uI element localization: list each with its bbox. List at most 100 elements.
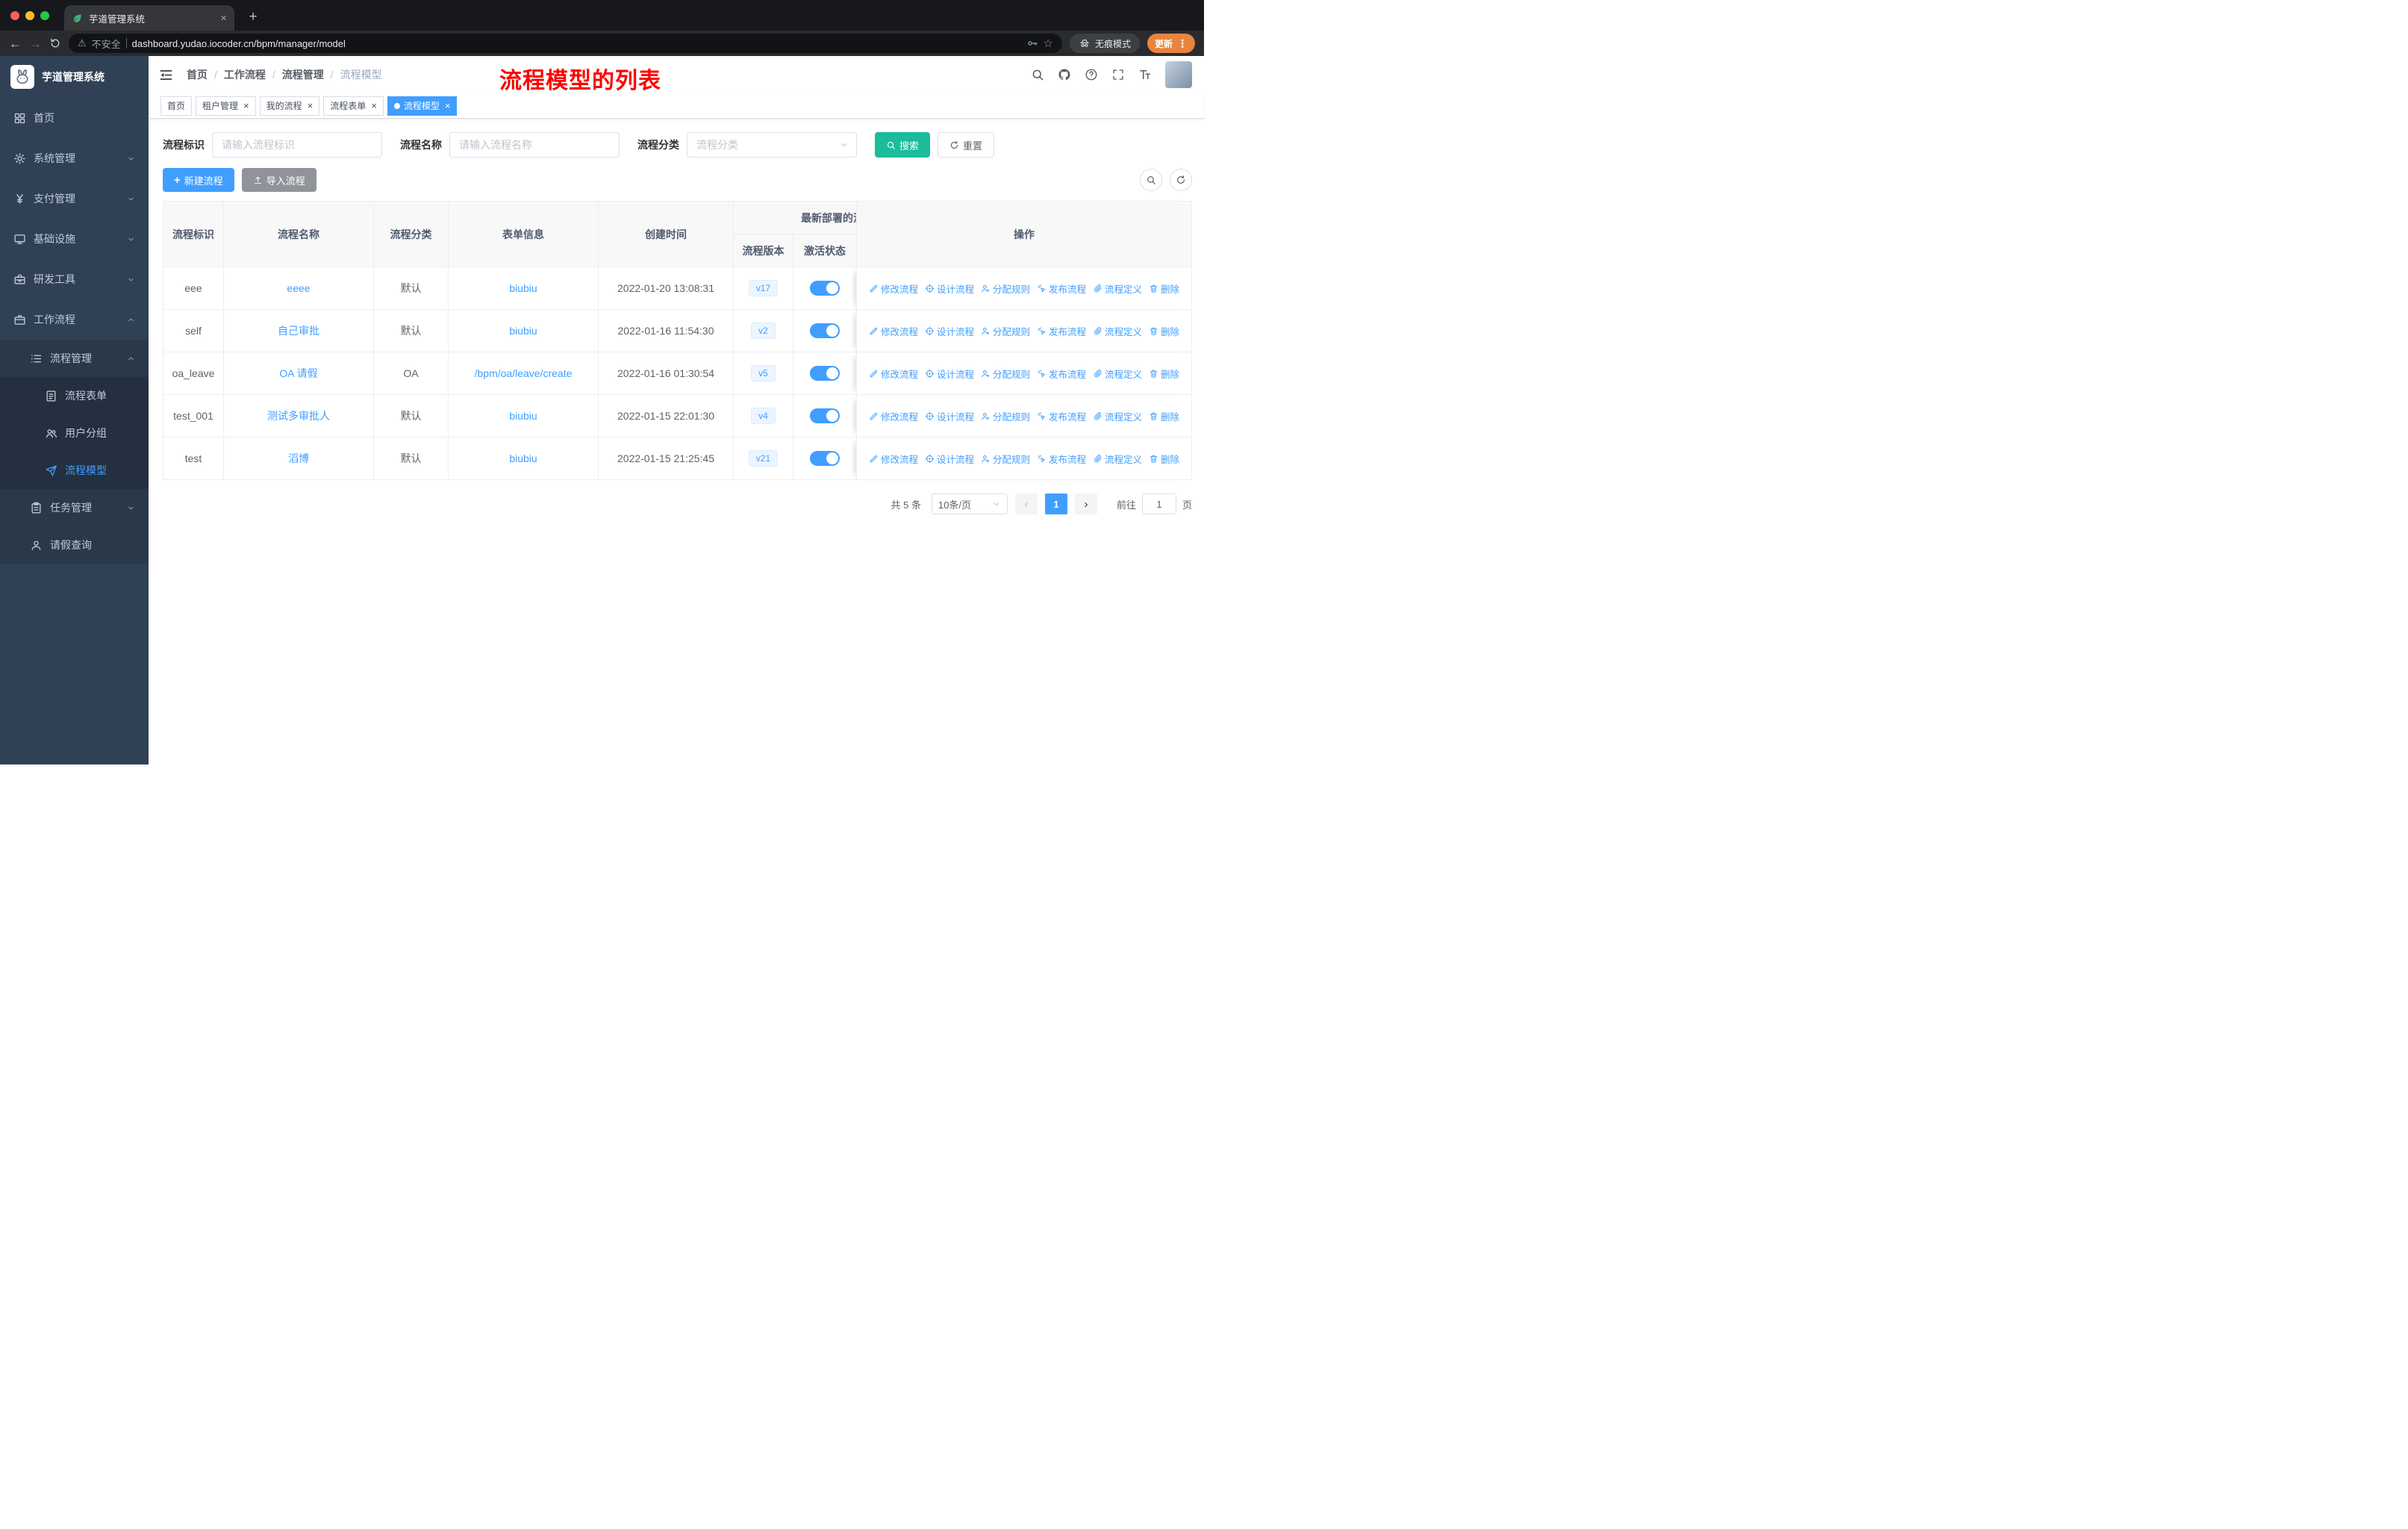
- view-tab-tenant-management[interactable]: 租户管理 ×: [196, 96, 256, 116]
- active-toggle[interactable]: [810, 281, 840, 296]
- action-definition[interactable]: 流程定义: [1093, 409, 1142, 423]
- action-delete[interactable]: 删除: [1149, 281, 1179, 296]
- action-publish[interactable]: 发布流程: [1037, 281, 1086, 296]
- breadcrumb-process-management[interactable]: 流程管理: [282, 67, 324, 82]
- sidebar-item-user-group[interactable]: 用户分组: [0, 414, 149, 452]
- action-definition[interactable]: 流程定义: [1093, 367, 1142, 381]
- action-delete[interactable]: 删除: [1149, 367, 1179, 381]
- action-assign[interactable]: 分配规则: [981, 324, 1030, 338]
- process-name-link[interactable]: 测试多审批人: [267, 410, 330, 422]
- form-info-link[interactable]: biubiu: [509, 410, 537, 422]
- update-button[interactable]: 更新 ⋮: [1147, 34, 1195, 53]
- process-name-link[interactable]: OA 请假: [279, 367, 317, 379]
- close-tab-icon[interactable]: ×: [243, 101, 249, 110]
- close-window-button[interactable]: [10, 11, 19, 20]
- action-assign[interactable]: 分配规则: [981, 281, 1030, 296]
- action-edit[interactable]: 修改流程: [869, 452, 918, 466]
- search-icon[interactable]: [1031, 68, 1044, 81]
- close-tab-icon[interactable]: ×: [371, 101, 377, 110]
- category-select[interactable]: 流程分类: [687, 132, 857, 158]
- action-definition[interactable]: 流程定义: [1093, 452, 1142, 466]
- form-info-link[interactable]: biubiu: [509, 452, 537, 464]
- zoom-window-button[interactable]: [40, 11, 49, 20]
- form-info-link[interactable]: biubiu: [509, 325, 537, 337]
- action-publish[interactable]: 发布流程: [1037, 324, 1086, 338]
- tab-close-icon[interactable]: ×: [220, 12, 227, 25]
- action-edit[interactable]: 修改流程: [869, 281, 918, 296]
- page-1-button[interactable]: 1: [1044, 493, 1067, 514]
- active-toggle[interactable]: [810, 366, 840, 381]
- sidebar-toggle-icon[interactable]: [159, 68, 173, 82]
- process-key-input[interactable]: [212, 132, 382, 158]
- action-design[interactable]: 设计流程: [925, 281, 974, 296]
- action-delete[interactable]: 删除: [1149, 324, 1179, 338]
- sidebar-item-task-management[interactable]: 任务管理: [0, 489, 149, 526]
- forward-icon[interactable]: →: [29, 37, 42, 50]
- prev-page-button[interactable]: ‹: [1014, 493, 1038, 514]
- action-definition[interactable]: 流程定义: [1093, 281, 1142, 296]
- action-design[interactable]: 设计流程: [925, 452, 974, 466]
- action-edit[interactable]: 修改流程: [869, 324, 918, 338]
- next-page-button[interactable]: ›: [1074, 493, 1097, 514]
- active-toggle[interactable]: [810, 451, 840, 466]
- new-tab-button[interactable]: +: [243, 7, 263, 27]
- minimize-window-button[interactable]: [25, 11, 34, 20]
- form-info-link[interactable]: biubiu: [509, 282, 537, 294]
- sidebar-item-process-form[interactable]: 流程表单: [0, 377, 149, 414]
- refresh-table-button[interactable]: [1170, 169, 1192, 191]
- import-process-button[interactable]: 导入流程: [241, 168, 316, 192]
- sidebar-item-dev-tools[interactable]: 研发工具: [0, 259, 149, 299]
- sidebar-item-workflow[interactable]: 工作流程: [0, 299, 149, 340]
- search-button[interactable]: 搜索: [875, 132, 931, 158]
- action-publish[interactable]: 发布流程: [1037, 452, 1086, 466]
- action-publish[interactable]: 发布流程: [1037, 409, 1086, 423]
- create-process-button[interactable]: + 新建流程: [163, 168, 234, 192]
- reload-icon[interactable]: [49, 37, 61, 49]
- active-toggle[interactable]: [810, 323, 840, 338]
- sidebar-item-payment-management[interactable]: 支付管理: [0, 178, 149, 219]
- url-bar[interactable]: ⚠ 不安全 dashboard.yudao.iocoder.cn/bpm/man…: [69, 34, 1062, 53]
- process-name-link[interactable]: 自己审批: [278, 325, 319, 337]
- active-toggle[interactable]: [810, 408, 840, 423]
- browser-tab[interactable]: 芋道管理系统 ×: [64, 5, 234, 31]
- breadcrumb-home[interactable]: 首页: [187, 67, 208, 82]
- page-size-select[interactable]: 10条/页: [931, 493, 1008, 514]
- action-assign[interactable]: 分配规则: [981, 409, 1030, 423]
- action-definition[interactable]: 流程定义: [1093, 324, 1142, 338]
- font-size-icon[interactable]: [1138, 68, 1152, 81]
- breadcrumb-workflow[interactable]: 工作流程: [224, 67, 266, 82]
- sidebar-item-system-management[interactable]: 系统管理: [0, 138, 149, 178]
- toggle-search-button[interactable]: [1140, 169, 1162, 191]
- action-delete[interactable]: 删除: [1149, 452, 1179, 466]
- action-design[interactable]: 设计流程: [925, 367, 974, 381]
- view-tab-home[interactable]: 首页: [160, 96, 193, 116]
- sidebar-logo[interactable]: 芋道管理系统: [0, 56, 149, 98]
- form-info-link[interactable]: /bpm/oa/leave/create: [475, 367, 573, 379]
- github-icon[interactable]: [1058, 68, 1071, 81]
- reset-button[interactable]: 重置: [938, 132, 995, 158]
- view-tab-my-process[interactable]: 我的流程 ×: [259, 96, 320, 116]
- process-name-link[interactable]: 滔博: [288, 452, 309, 464]
- action-edit[interactable]: 修改流程: [869, 409, 918, 423]
- sidebar-item-home[interactable]: 首页: [0, 98, 149, 138]
- back-icon[interactable]: ←: [9, 37, 22, 50]
- view-tab-process-form[interactable]: 流程表单 ×: [323, 96, 384, 116]
- process-name-input[interactable]: [449, 132, 620, 158]
- process-name-link[interactable]: eeee: [287, 282, 310, 294]
- key-icon[interactable]: [1026, 37, 1038, 49]
- action-assign[interactable]: 分配规则: [981, 367, 1030, 381]
- action-assign[interactable]: 分配规则: [981, 452, 1030, 466]
- close-tab-icon[interactable]: ×: [308, 101, 314, 110]
- fullscreen-icon[interactable]: [1111, 68, 1125, 81]
- action-edit[interactable]: 修改流程: [869, 367, 918, 381]
- action-delete[interactable]: 删除: [1149, 409, 1179, 423]
- action-design[interactable]: 设计流程: [925, 409, 974, 423]
- view-tab-process-model[interactable]: 流程模型 ×: [387, 96, 458, 116]
- close-tab-icon[interactable]: ×: [445, 101, 451, 110]
- sidebar-item-process-management[interactable]: 流程管理: [0, 340, 149, 377]
- bookmark-star-icon[interactable]: ☆: [1044, 38, 1053, 49]
- help-icon[interactable]: [1085, 68, 1098, 81]
- action-design[interactable]: 设计流程: [925, 324, 974, 338]
- user-avatar[interactable]: [1165, 61, 1192, 88]
- sidebar-item-process-model[interactable]: 流程模型: [0, 452, 149, 489]
